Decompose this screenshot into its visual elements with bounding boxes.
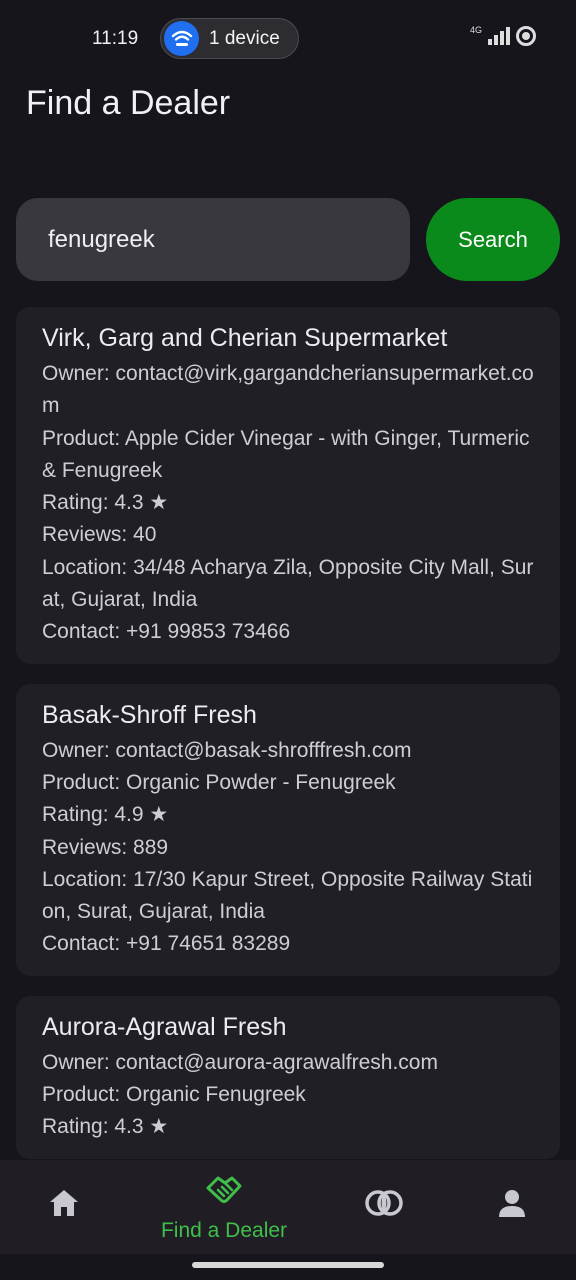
nav-profile[interactable] [480, 1160, 544, 1254]
system-status-icons: 4G [469, 25, 536, 46]
dealer-product: Product: Organic Fenugreek [42, 1083, 306, 1107]
status-bar: 11:19 1 device 4G [0, 0, 576, 76]
rings-icon [365, 1190, 403, 1221]
home-indicator[interactable] [192, 1262, 384, 1268]
dealer-contact: Contact: +91 74651 83289 [42, 932, 291, 956]
dealer-rating: Rating: 4.3 ★ [42, 491, 169, 515]
dealer-list[interactable]: Virk, Garg and Cherian Supermarket Owner… [16, 307, 560, 1160]
dealer-location: Location: 34/48 Acharya Zila, Opposite C… [42, 555, 534, 612]
dealer-location: Location: 17/30 Kapur Street, Opposite R… [42, 867, 533, 924]
bottom-nav: Find a Dealer [0, 1160, 576, 1254]
dealer-product: Product: Apple Cider Vinegar - with Ging… [42, 426, 530, 482]
network-type: 4G [469, 25, 482, 35]
dealer-owner: Owner: contact@virk,gargandcheriansuperm… [42, 362, 534, 418]
dealer-card[interactable]: Basak-Shroff Fresh Owner: contact@basak-… [16, 683, 560, 976]
nav-home[interactable] [32, 1160, 96, 1254]
dealer-product: Product: Organic Powder - Fenugreek [42, 770, 396, 794]
dealer-owner: Owner: contact@aurora-agrawalfresh.com [42, 1050, 438, 1074]
dealer-reviews: Reviews: 889 [42, 835, 169, 859]
device-pill[interactable]: 1 device [160, 18, 299, 59]
record-icon [516, 26, 536, 46]
dealer-contact: Contact: +91 99853 73466 [42, 620, 291, 644]
page-title: Find a Dealer [26, 84, 231, 122]
device-pill-label: 1 device [209, 27, 280, 49]
dealer-rating: Rating: 4.9 ★ [42, 803, 169, 827]
dealer-name: Virk, Garg and Cherian Supermarket [42, 324, 448, 352]
dealer-name: Basak-Shroff Fresh [42, 700, 257, 729]
handshake-icon [205, 1174, 243, 1213]
person-icon [497, 1188, 527, 1223]
signal-icon [488, 27, 510, 45]
nav-find-dealer-label: Find a Dealer [160, 1219, 288, 1242]
status-time: 11:19 [92, 28, 139, 49]
dealer-owner: Owner: contact@basak-shrofffresh.com [42, 738, 412, 762]
search-input[interactable] [16, 198, 410, 281]
search-button[interactable]: Search [426, 198, 560, 281]
nav-find-dealer[interactable]: Find a Dealer [148, 1160, 300, 1254]
dealer-card[interactable]: Virk, Garg and Cherian Supermarket Owner… [16, 307, 560, 664]
dealer-name: Aurora-Agrawal Fresh [42, 1012, 287, 1041]
nav-rings[interactable] [352, 1160, 416, 1254]
dealer-reviews: Reviews: 40 [42, 523, 157, 547]
home-icon [48, 1188, 80, 1223]
wifi-icon [164, 21, 199, 56]
dealer-rating: Rating: 4.3 ★ [42, 1115, 169, 1139]
dealer-card[interactable]: Aurora-Agrawal Fresh Owner: contact@auro… [16, 995, 560, 1159]
